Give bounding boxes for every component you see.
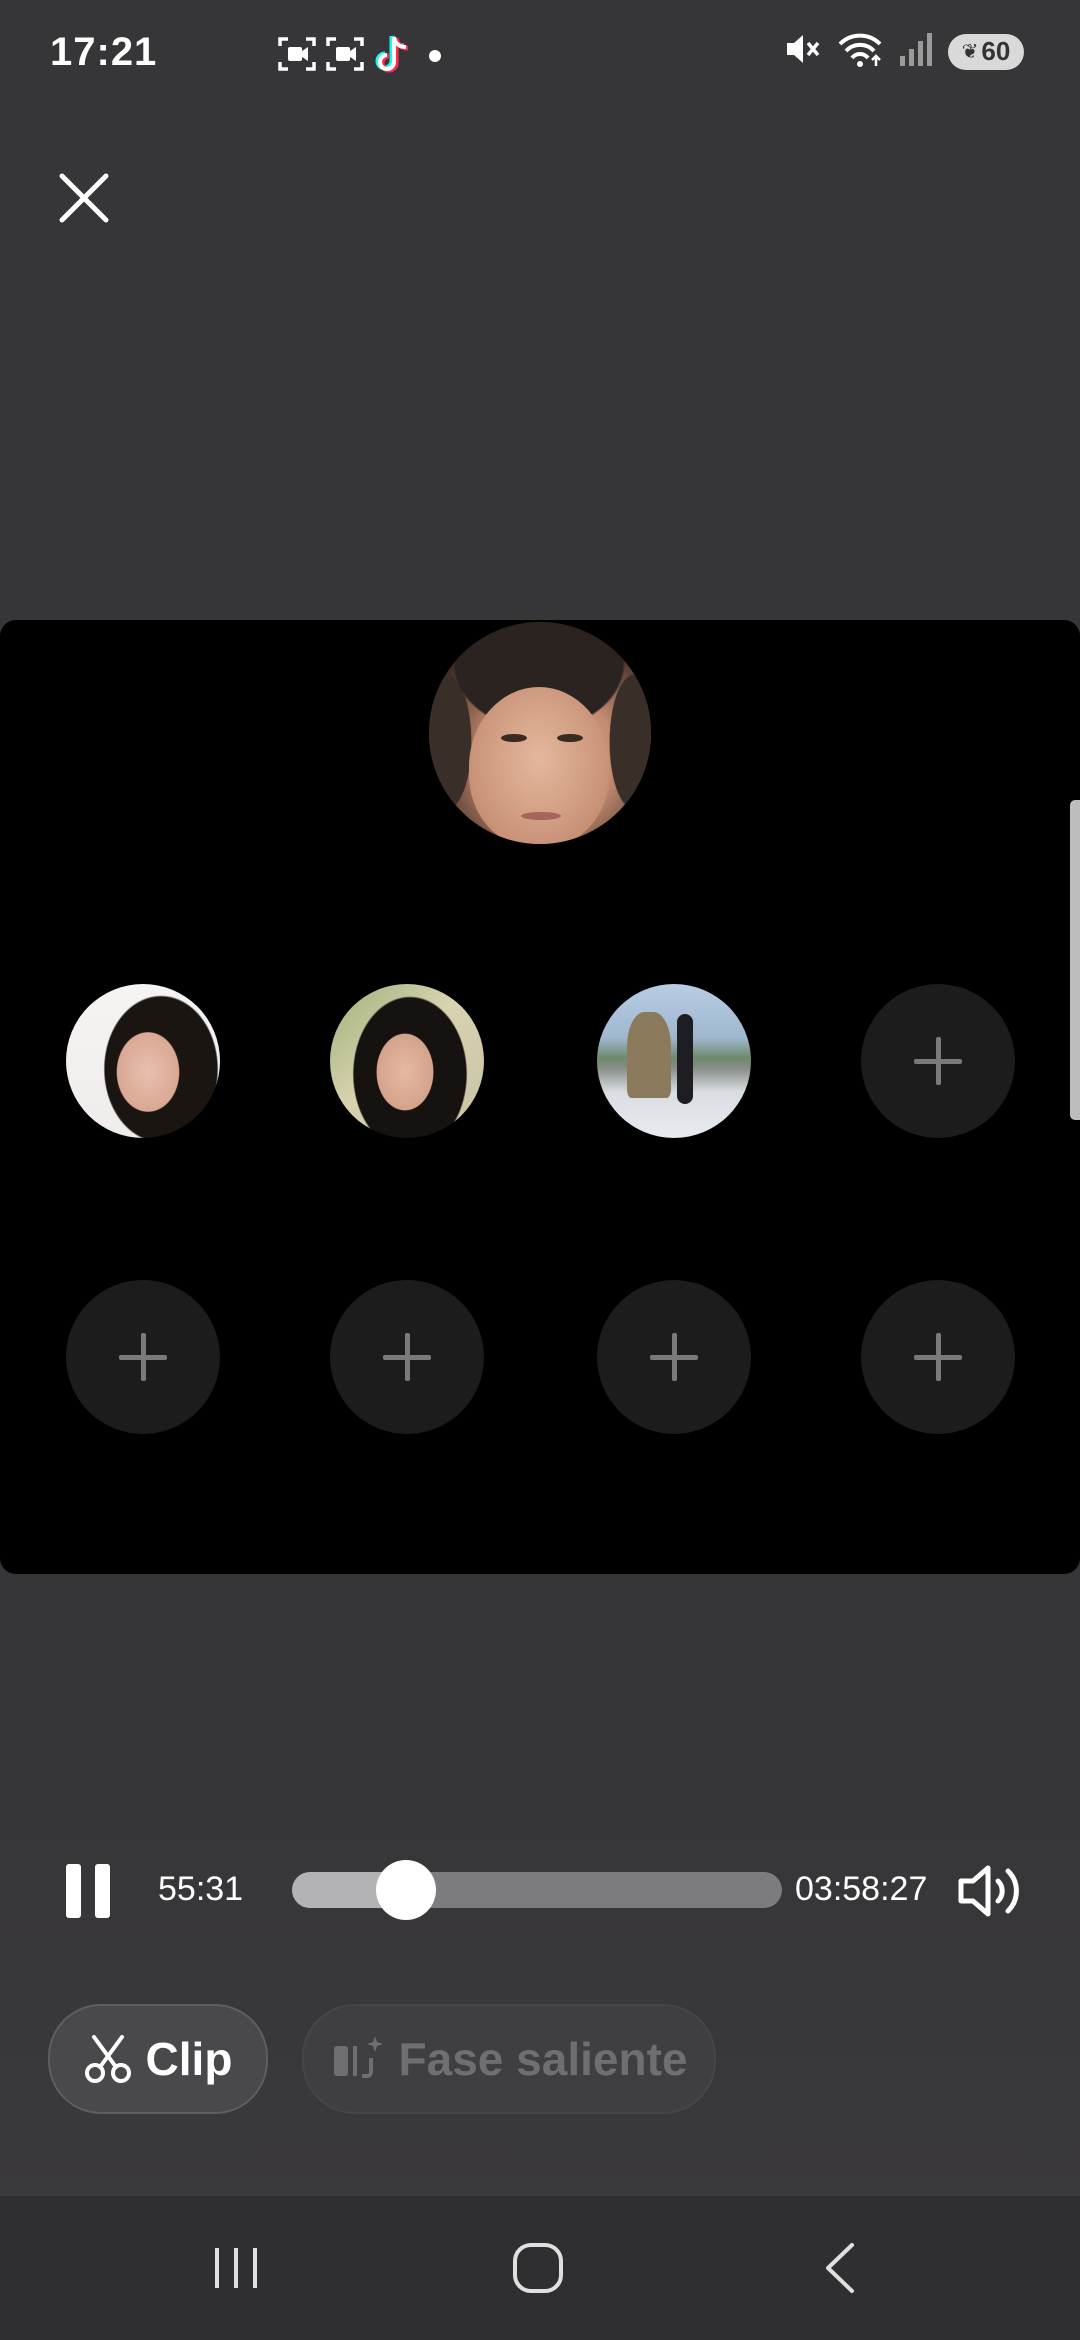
clip-button[interactable]: Clip: [48, 2004, 268, 2114]
highlight-label: Fase saliente: [398, 2033, 688, 2085]
guest-avatar-2[interactable]: [330, 984, 484, 1138]
empty-guest-slot[interactable]: [861, 984, 1015, 1138]
plus-icon: [119, 1333, 167, 1381]
plus-icon: [383, 1333, 431, 1381]
screen-record-icon: [278, 36, 316, 77]
empty-guest-slot[interactable]: [597, 1280, 751, 1434]
empty-guest-slot[interactable]: [330, 1280, 484, 1434]
back-icon: [826, 2243, 854, 2293]
plus-icon: [914, 1037, 962, 1085]
guest-avatar-3[interactable]: [597, 984, 751, 1138]
home-icon: [513, 2243, 563, 2293]
status-time: 17:21: [50, 30, 158, 74]
tiktok-icon: [374, 34, 410, 79]
signal-icon: [898, 30, 934, 73]
highlight-button[interactable]: Fase saliente: [302, 2004, 716, 2114]
volume-button[interactable]: [956, 1862, 1026, 1920]
host-avatar[interactable]: [429, 622, 651, 844]
current-time: 55:31: [158, 1870, 244, 1908]
status-left-icons: [278, 34, 450, 79]
screen: 17:21 ❦ 60 55:31 03:58:27 Clip Fase sali…: [0, 0, 1080, 2340]
guest-avatar-1[interactable]: [66, 984, 220, 1138]
close-button[interactable]: [46, 160, 122, 236]
scissors-icon: [84, 2035, 131, 2083]
close-icon: [59, 173, 109, 223]
empty-guest-slot[interactable]: [861, 1280, 1015, 1434]
seek-bar-thumb[interactable]: [375, 1860, 436, 1920]
leaf-icon: ❦: [961, 41, 979, 63]
seek-bar[interactable]: [292, 1860, 782, 1920]
recent-apps-icon: [215, 2248, 257, 2288]
recent-apps-button[interactable]: [196, 2236, 276, 2300]
plus-icon: [914, 1333, 962, 1381]
pause-icon: [66, 1864, 81, 1918]
pause-button[interactable]: [62, 1864, 112, 1918]
scroll-indicator[interactable]: [1070, 800, 1080, 1120]
home-button[interactable]: [498, 2236, 578, 2300]
back-button[interactable]: [800, 2236, 880, 2300]
wifi-icon: [836, 30, 884, 73]
empty-guest-slot[interactable]: [66, 1280, 220, 1434]
highlight-icon: [333, 2036, 383, 2078]
clip-label: Clip: [145, 2033, 233, 2085]
status-bar: 17:21 ❦ 60: [0, 0, 1080, 110]
battery-icon: ❦ 60: [948, 33, 1024, 70]
mute-icon: [784, 30, 822, 73]
battery-level: 60: [981, 36, 1011, 66]
screen-record-icon: [326, 36, 364, 77]
total-time: 03:58:27: [795, 1870, 928, 1908]
volume-icon: [958, 1865, 1019, 1917]
notification-dot-icon: [420, 36, 450, 77]
navigation-bar: [0, 2196, 1080, 2340]
status-right-icons: ❦ 60: [784, 30, 1024, 73]
plus-icon: [650, 1333, 698, 1381]
